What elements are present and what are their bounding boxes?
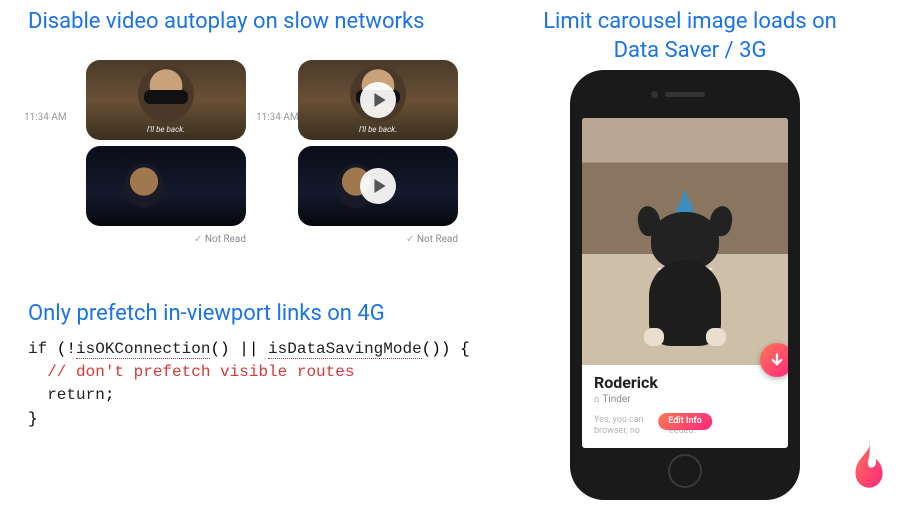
chat-col-paused: I'll be back. Not Read [272, 60, 462, 245]
code-text: ; [105, 386, 115, 404]
footer-text: Yes, you can [594, 415, 644, 425]
code-keyword: if [28, 340, 47, 358]
heading-prefetch: Only prefetch in-viewport links on 4G [28, 300, 385, 329]
code-text: ()) { [422, 340, 470, 358]
chat-col-autoplay: I'll be back. Not Read [60, 60, 250, 245]
heading-carousel: Limit carousel image loads on Data Saver… [520, 8, 860, 65]
video-caption: I'll be back. [147, 125, 185, 134]
video-caption: I'll be back. [359, 125, 397, 134]
read-status: Not Read [272, 234, 458, 245]
code-keyword: return [28, 386, 105, 404]
tinder-logo-icon [846, 436, 892, 490]
play-icon [373, 93, 387, 107]
code-text: } [28, 410, 38, 428]
profile-name: Roderick [594, 373, 776, 392]
party-hat-icon [675, 190, 695, 214]
code-text: () || [210, 340, 268, 358]
code-text: (! [47, 340, 76, 358]
chat-message-video [86, 146, 246, 226]
footer-text: browser, no [594, 426, 640, 436]
dog-paw-icon [706, 328, 726, 346]
code-comment: // don't prefetch visible routes [28, 363, 354, 381]
face-icon [124, 164, 164, 208]
read-status: Not Read [60, 234, 246, 245]
arrow-down-icon [770, 353, 784, 367]
profile-info: Roderick ⌂ Tinder [582, 365, 788, 409]
home-button[interactable] [668, 454, 702, 488]
play-button[interactable] [360, 82, 396, 118]
swipe-down-button[interactable] [760, 343, 788, 377]
code-fn: isOKConnection [76, 340, 210, 359]
chat-message-video: I'll be back. [298, 60, 458, 140]
play-icon [373, 179, 387, 193]
sunglasses-icon [144, 90, 188, 104]
profile-subtitle: ⌂ Tinder [594, 394, 776, 405]
heading-autoplay: Disable video autoplay on slow networks [28, 8, 424, 37]
phone-screen: Roderick ⌂ Tinder Yes, you can in your b… [582, 118, 788, 448]
chat-message-video: I'll be back. [86, 60, 246, 140]
phone-camera-icon [651, 91, 658, 98]
dog-paw-icon [644, 328, 664, 346]
edit-info-button[interactable]: Edit Info [658, 413, 712, 431]
play-button[interactable] [360, 168, 396, 204]
dog-illustration [630, 196, 740, 346]
phone-frame: Roderick ⌂ Tinder Yes, you can in your b… [570, 70, 800, 500]
code-fn: isDataSavingMode [268, 340, 422, 359]
profile-footer: Yes, you can in your browser, no eeded. … [582, 409, 788, 448]
phone-speaker-icon [665, 92, 705, 97]
code-snippet: if (!isOKConnection() || isDataSavingMod… [28, 338, 470, 431]
chat-examples: I'll be back. Not Read I'll be back. Not… [60, 60, 462, 245]
profile-photo[interactable] [582, 118, 788, 365]
chat-message-video [298, 146, 458, 226]
